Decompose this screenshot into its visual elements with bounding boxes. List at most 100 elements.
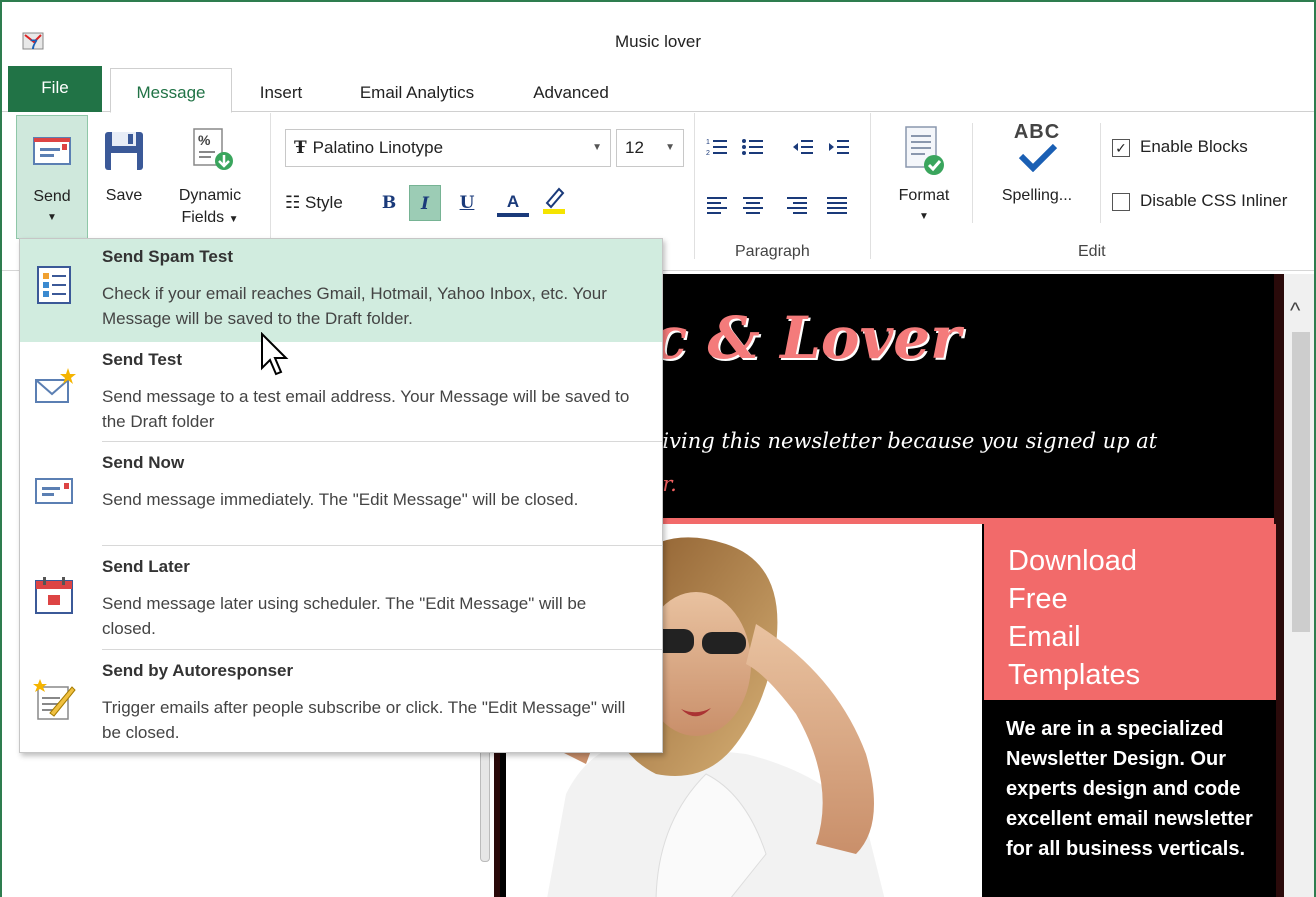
font-size-value: 12: [625, 138, 644, 157]
dynamic-label-line1: Dynamic: [178, 187, 242, 204]
window-title: Music lover: [615, 32, 701, 51]
numbered-list-icon[interactable]: 12: [706, 137, 728, 157]
menu-item-title: Send Now: [102, 453, 185, 472]
checkbox-unchecked-icon[interactable]: [1112, 192, 1130, 211]
save-button[interactable]: Save: [94, 115, 154, 239]
menu-item-send-now[interactable]: Send Now Send message immediately. The "…: [20, 445, 662, 548]
align-center-icon[interactable]: [742, 195, 764, 215]
envelope-send-icon: [33, 137, 71, 165]
font-color-button[interactable]: A: [497, 187, 529, 217]
dynamic-label-line2: Fields ▼: [162, 207, 258, 231]
dynamic-fields-button[interactable]: % Dynamic Fields ▼: [162, 115, 258, 239]
bold-button[interactable]: B: [373, 185, 405, 221]
fields-label: Fields: [181, 209, 225, 226]
envelope-star-icon: [35, 368, 76, 403]
align-right-icon[interactable]: [786, 195, 808, 215]
abc-text: ABC: [1013, 121, 1061, 143]
font-size-select[interactable]: 12 ▼: [616, 129, 684, 167]
justify-icon[interactable]: [826, 195, 848, 215]
highlight-button[interactable]: [537, 185, 569, 221]
dynamic-fields-label: Dynamic Fields ▼: [162, 185, 258, 231]
chevron-down-icon: ▼: [228, 214, 239, 225]
format-label: Format: [898, 187, 950, 204]
floppy-disk-icon: [105, 132, 143, 170]
app-window: 7 Music lover File Message Insert Email …: [0, 0, 1316, 897]
tab-message[interactable]: Message: [110, 68, 232, 113]
menu-separator: [102, 545, 662, 546]
envelope-send-icon: [35, 478, 73, 504]
menu-separator: [102, 441, 662, 442]
tab-email-analytics[interactable]: Email Analytics: [342, 76, 492, 112]
calendar-icon: [35, 577, 73, 614]
menu-item-title: Send Test: [102, 350, 182, 369]
menu-item-description: Trigger emails after people subscribe or…: [102, 698, 626, 742]
cta-line: Download: [1008, 545, 1137, 577]
chevron-down-icon: ▼: [47, 212, 57, 223]
style-button[interactable]: ☷ Style: [285, 185, 343, 221]
chevron-down-icon[interactable]: ▼: [665, 130, 675, 166]
menu-item-title: Send Spam Test: [102, 247, 233, 266]
ribbon-separator: [870, 113, 871, 259]
ribbon-separator: [972, 123, 973, 223]
menu-item-send-by-autoresponser[interactable]: Send by Autoresponser Trigger emails aft…: [20, 653, 662, 756]
menu-item-send-later[interactable]: Send Later Send message later using sche…: [20, 549, 662, 652]
send-label: Send: [33, 188, 71, 205]
font-name-select[interactable]: Ŧ Palatino Linotype ▼: [285, 129, 611, 167]
tab-file[interactable]: File: [8, 66, 102, 112]
disable-css-inliner-checkbox[interactable]: Disable CSS Inliner: [1112, 191, 1287, 211]
scroll-up-icon[interactable]: ^: [1290, 298, 1300, 324]
checkbox-checked-icon[interactable]: ✓: [1112, 138, 1130, 157]
style-list-icon: ☷: [285, 193, 301, 212]
menu-separator: [102, 649, 662, 650]
style-label: Style: [304, 193, 343, 212]
edit-group-label: Edit: [1078, 243, 1106, 260]
download-templates-cta[interactable]: Download Free Email Templates: [984, 524, 1276, 700]
title-bar: 7 Music lover: [2, 2, 1314, 66]
format-document-icon: [905, 126, 944, 175]
svg-text:2: 2: [706, 150, 710, 157]
font-name-value: Palatino Linotype: [312, 138, 444, 157]
tab-advanced[interactable]: Advanced: [520, 76, 622, 112]
menu-item-description: Send message later using scheduler. The …: [102, 594, 587, 638]
format-toolbar: ☷ Style B I U A: [285, 185, 685, 221]
menu-item-title: Send by Autoresponser: [102, 661, 294, 680]
menu-item-description: Send message to a test email address. Yo…: [102, 387, 630, 431]
decrease-indent-icon[interactable]: [792, 137, 814, 157]
svg-text:1: 1: [706, 139, 710, 146]
checkmark-icon: [1018, 143, 1058, 173]
spelling-label: Spelling...: [1001, 187, 1073, 204]
mouse-cursor-icon: [261, 332, 289, 376]
increase-indent-icon[interactable]: [828, 137, 850, 157]
menu-item-description: Check if your email reaches Gmail, Hotma…: [102, 284, 607, 328]
underline-button[interactable]: U: [451, 185, 483, 221]
menu-item-send-spam-test[interactable]: Send Spam Test Check if your email reach…: [20, 239, 662, 342]
menu-item-send-test[interactable]: Send Test Send message to a test email a…: [20, 342, 662, 445]
menu-item-description: Send message immediately. The "Edit Mess…: [102, 490, 579, 509]
pane-splitter[interactable]: [480, 742, 490, 862]
scroll-thumb[interactable]: [1292, 332, 1310, 632]
tab-insert[interactable]: Insert: [252, 76, 310, 112]
autoresponder-icon: [33, 679, 76, 720]
bullet-list-icon[interactable]: [742, 137, 764, 157]
italic-button[interactable]: I: [409, 185, 441, 221]
enable-blocks-checkbox[interactable]: ✓ Enable Blocks: [1112, 137, 1248, 157]
menu-item-title: Send Later: [102, 557, 190, 576]
send-dropdown-menu: Send Spam Test Check if your email reach…: [19, 238, 663, 753]
cta-line: Free: [1008, 583, 1068, 615]
abc-check-icon: ABC: [982, 121, 1092, 177]
align-left-icon[interactable]: [706, 195, 728, 215]
spelling-button[interactable]: ABC Spelling...: [982, 115, 1092, 239]
send-button[interactable]: Send ▼: [16, 115, 88, 239]
chevron-down-icon[interactable]: ▼: [592, 130, 602, 166]
format-button[interactable]: Format ▼: [886, 115, 962, 239]
svg-text:%: %: [198, 132, 211, 148]
chevron-down-icon: ▼: [919, 211, 929, 222]
vertical-scrollbar[interactable]: ^: [1284, 274, 1314, 897]
ribbon-separator: [694, 113, 695, 259]
cta-line: Email: [1008, 621, 1081, 653]
banner-text: eiving this newsletter because you signe…: [650, 429, 1158, 453]
percent-document-icon: %: [193, 128, 233, 170]
checklist-icon: [37, 266, 71, 304]
save-label: Save: [105, 187, 143, 204]
enable-blocks-label: Enable Blocks: [1140, 137, 1248, 156]
